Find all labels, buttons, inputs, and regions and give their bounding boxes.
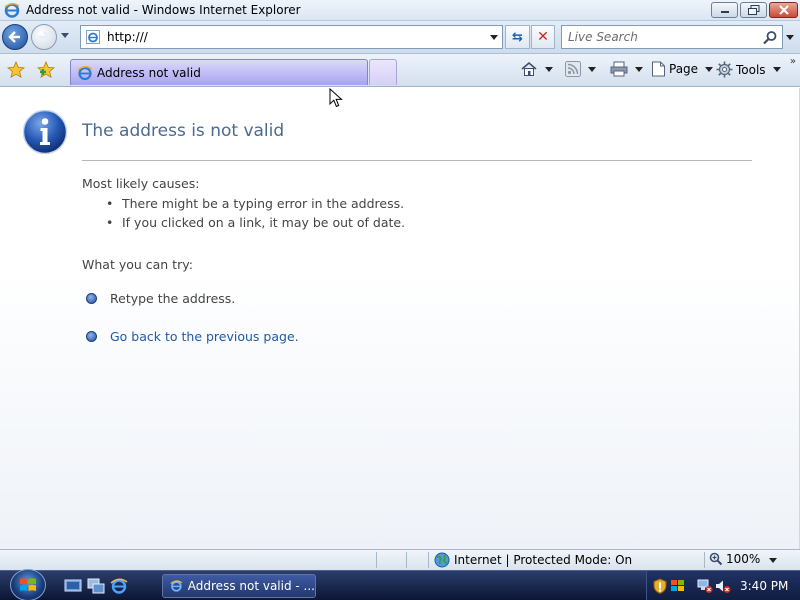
go-back-link[interactable]: Go back to the previous page. (110, 329, 299, 344)
back-arrow-icon (8, 31, 20, 43)
print-dropdown-icon[interactable] (635, 66, 643, 72)
security-shield-icon[interactable] (652, 578, 668, 594)
page-menu-dropdown-icon (705, 66, 714, 72)
recent-pages-dropdown[interactable] (61, 33, 69, 38)
ie-quicklaunch-icon[interactable] (110, 577, 128, 595)
status-divider (376, 552, 377, 568)
status-bar: Internet | Protected Mode: On 100% (0, 549, 800, 570)
page-icon (652, 61, 665, 77)
ie-page-icon (77, 65, 93, 80)
window-controls (711, 2, 798, 18)
blue-bullet-icon (86, 293, 97, 304)
zoom-level[interactable]: 100% (709, 552, 760, 566)
minimize-icon (720, 11, 729, 13)
zone-label: Internet | Protected Mode: On (454, 553, 633, 567)
causes-label: Most likely causes: (82, 176, 200, 191)
page-ie-icon (86, 30, 100, 44)
window-title-bar[interactable]: Address not valid - Windows Internet Exp… (0, 0, 800, 21)
taskbar-ie-window-button[interactable]: Address not valid - ... (162, 574, 316, 598)
windows-logo-icon (20, 578, 36, 591)
toolbar-overflow-chevron-icon[interactable]: » (790, 56, 796, 67)
new-tab-button[interactable] (369, 59, 397, 85)
security-zone[interactable]: Internet | Protected Mode: On (434, 552, 632, 568)
back-button[interactable] (2, 24, 28, 50)
feeds-button[interactable] (565, 61, 596, 77)
page-content: The address is not valid Most likely cau… (0, 88, 800, 549)
ie-logo-icon (4, 3, 20, 18)
address-toolbar: ⇆ ✕ (0, 21, 800, 54)
try-label: What you can try: (82, 257, 193, 272)
gear-icon (716, 61, 733, 78)
try-item-retype: Retype the address. (86, 291, 235, 306)
show-desktop-icon[interactable] (64, 577, 82, 595)
page-menu-label: Page (669, 62, 699, 76)
cause-item: If you clicked on a link, it may be out … (106, 215, 405, 230)
tools-menu-label: Tools (736, 62, 766, 77)
address-input[interactable] (107, 30, 487, 44)
search-input[interactable] (568, 30, 748, 44)
print-button[interactable] (610, 61, 643, 77)
windows-flag-icon[interactable] (670, 578, 686, 594)
window-title: Address not valid - Windows Internet Exp… (26, 3, 301, 17)
switch-windows-icon[interactable] (87, 577, 105, 595)
refresh-button[interactable]: ⇆ (505, 25, 530, 49)
stop-button[interactable]: ✕ (531, 25, 555, 49)
close-icon (778, 5, 789, 15)
address-box[interactable] (80, 25, 503, 49)
rss-feed-icon (565, 61, 581, 77)
minimize-button[interactable] (711, 2, 738, 18)
try-item-text: Retype the address. (110, 291, 236, 306)
taskbar: Address not valid - ... 3:40 PM (0, 569, 800, 600)
search-box[interactable] (561, 25, 783, 49)
forward-button[interactable] (31, 24, 57, 50)
status-divider (406, 552, 407, 568)
search-options-dropdown[interactable] (786, 35, 794, 40)
feeds-dropdown-icon[interactable] (588, 66, 596, 72)
cause-item: There might be a typing error in the add… (106, 196, 404, 211)
heading-divider (82, 160, 752, 161)
tab-address-not-valid[interactable]: Address not valid (70, 59, 368, 85)
address-dropdown-arrow[interactable] (490, 35, 498, 40)
restore-icon (747, 5, 759, 15)
forward-arrow-icon (39, 31, 51, 43)
close-button[interactable] (769, 2, 798, 18)
tools-menu-dropdown-icon (772, 67, 781, 72)
printer-icon (610, 61, 628, 77)
info-icon (22, 109, 68, 155)
blue-bullet-icon (86, 331, 97, 342)
tab-command-bar: Address not valid Page Tools » (0, 54, 800, 87)
zoom-dropdown-icon[interactable] (769, 558, 777, 563)
status-divider (704, 552, 705, 568)
restore-button[interactable] (740, 2, 767, 18)
volume-muted-icon[interactable] (715, 578, 731, 594)
home-dropdown-icon[interactable] (545, 66, 553, 72)
favorites-center-star-icon[interactable] (7, 61, 25, 79)
refresh-icon: ⇆ (512, 29, 523, 45)
add-to-favorites-icon[interactable] (37, 61, 55, 79)
home-button[interactable] (520, 61, 553, 77)
start-button[interactable] (10, 569, 46, 600)
taskbar-window-label: Address not valid - ... (187, 579, 315, 593)
mouse-cursor-icon (329, 88, 343, 108)
search-icon[interactable] (762, 30, 778, 46)
home-icon (521, 61, 537, 76)
status-divider (428, 552, 429, 568)
network-icon[interactable] (697, 578, 713, 594)
page-heading: The address is not valid (82, 121, 285, 141)
page-menu-button[interactable]: Page (651, 61, 714, 77)
zoom-magnifier-icon (709, 552, 723, 566)
try-item-go-back[interactable]: Go back to the previous page. (86, 329, 299, 344)
ie-task-icon (170, 580, 183, 592)
tools-menu-button[interactable]: Tools (716, 61, 781, 78)
clock[interactable]: 3:40 PM (740, 579, 788, 593)
globe-icon (434, 552, 450, 568)
tab-label: Address not valid (97, 65, 201, 80)
zoom-label: 100% (726, 552, 761, 566)
stop-icon: ✕ (537, 29, 549, 45)
